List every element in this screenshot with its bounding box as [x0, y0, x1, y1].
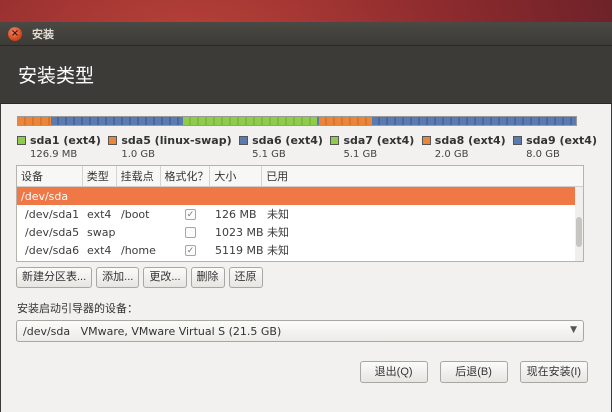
legend-size: 5.1 GB: [343, 149, 378, 160]
partbar-segment-sda1: [18, 117, 27, 125]
legend-label: sda8 (ext4): [434, 134, 506, 147]
legend-swatch: [239, 136, 249, 145]
cell-device: /dev/sda6: [25, 243, 80, 257]
scrollbar-thumb[interactable]: [576, 217, 582, 247]
cell-size: 5119 MB: [215, 243, 264, 257]
cell-mount: /home: [121, 243, 156, 257]
install-now-button[interactable]: 现在安装(I): [519, 361, 588, 383]
column-header-size[interactable]: 大小: [210, 166, 263, 186]
close-icon[interactable]: ×: [8, 26, 22, 41]
cell-type: ext4: [87, 243, 112, 257]
table-header: 设备 类型 挂载点 格式化？ 大小 已用: [17, 166, 583, 187]
legend-size: 8.0 GB: [526, 149, 560, 160]
partbar-segment-sda9: [372, 117, 576, 125]
legend-label: sda1 (ext4): [30, 134, 101, 147]
partition-legend: sda1 (ext4) 126.9 MB sda5 (linux-swap) 1…: [17, 134, 597, 160]
partition-actions: 新建分区表... 添加... 更改... 删除 还原: [16, 267, 263, 288]
table-row-disk[interactable]: /dev/sda: [17, 187, 583, 205]
column-header-mount[interactable]: 挂载点: [117, 166, 161, 186]
cell-mount: /boot: [121, 207, 150, 221]
format-checkbox[interactable]: ✓: [185, 244, 196, 256]
table-row[interactable]: /dev/sda5 swap 1023 MB 未知: [17, 223, 583, 241]
table-scrollbar[interactable]: [575, 187, 583, 261]
legend-swatch: [513, 136, 523, 145]
bootloader-device-value: /dev/sda VMware, VMware Virtual S (21.5 …: [23, 324, 282, 338]
partbar-segment-sda6: [51, 117, 183, 125]
page-title: 安装类型: [0, 46, 612, 104]
format-checkbox[interactable]: ✓: [185, 208, 196, 220]
column-header-device[interactable]: 设备: [17, 166, 83, 186]
bootloader-device-select[interactable]: /dev/sda VMware, VMware Virtual S (21.5 …: [16, 320, 584, 342]
cell-device: /dev/sda5: [25, 225, 80, 239]
disk-device: /dev/sda: [21, 189, 69, 203]
legend-item: sda6 (ext4) 5.1 GB: [239, 134, 323, 160]
legend-size: 126.9 MB: [30, 149, 78, 160]
cell-used: 未知: [267, 226, 289, 239]
legend-size: 2.0 GB: [434, 149, 469, 160]
cell-type: ext4: [87, 207, 112, 221]
partbar-segment-sda5: [26, 117, 52, 125]
footer-buttons: 退出(Q) 后退(B) 现在安装(I): [359, 361, 588, 383]
legend-swatch: [330, 136, 340, 145]
revert-button[interactable]: 还原: [228, 267, 263, 288]
cell-type: swap: [87, 225, 116, 239]
legend-label: sda5 (linux-swap): [121, 134, 232, 147]
legend-size: 1.0 GB: [121, 149, 156, 160]
table-row[interactable]: /dev/sda6 ext4 /home ✓ 5119 MB 未知: [17, 241, 583, 259]
back-button[interactable]: 后退(B): [439, 361, 508, 383]
chevron-down-icon[interactable]: ▼: [570, 325, 577, 335]
legend-item: sda5 (linux-swap) 1.0 GB: [108, 134, 232, 160]
cell-used: 未知: [267, 244, 289, 257]
legend-swatch: [421, 136, 431, 145]
bootloader-label: 安装启动引导器的设备：: [17, 302, 138, 315]
legend-item: sda8 (ext4) 2.0 GB: [421, 134, 506, 160]
table-row[interactable]: /dev/sda1 ext4 /boot ✓ 126 MB 未知: [17, 205, 583, 223]
cell-device: /dev/sda1: [25, 207, 80, 221]
partition-table[interactable]: 设备 类型 挂载点 格式化？ 大小 已用 /dev/sda /dev/sda1 …: [16, 165, 584, 262]
quit-button[interactable]: 退出(Q): [359, 361, 428, 383]
column-header-format[interactable]: 格式化？: [161, 166, 211, 186]
title-bar: × 安装: [0, 22, 612, 46]
column-header-type[interactable]: 类型: [83, 166, 117, 186]
change-partition-button[interactable]: 更改...: [143, 267, 187, 288]
window-title: 安装: [32, 27, 54, 41]
cell-size: 126 MB: [215, 207, 257, 221]
legend-label: sda7 (ext4): [343, 134, 415, 147]
cell-size: 1023 MB: [215, 225, 264, 239]
cell-used: 未知: [267, 208, 289, 221]
legend-item: sda7 (ext4) 5.1 GB: [330, 134, 414, 160]
add-partition-button[interactable]: 添加...: [96, 267, 140, 288]
column-header-used[interactable]: 已用: [262, 166, 583, 186]
format-checkbox[interactable]: [185, 226, 196, 238]
legend-size: 5.1 GB: [252, 149, 286, 160]
legend-swatch: [108, 136, 118, 145]
legend-label: sda9 (ext4): [526, 134, 597, 147]
legend-item: sda9 (ext4) 8.0 GB: [513, 134, 597, 160]
partbar-segment-sda7: [182, 117, 317, 125]
partbar-segment-sda8: [319, 117, 373, 125]
new-partition-table-button[interactable]: 新建分区表...: [16, 267, 93, 288]
legend-swatch: [17, 136, 26, 145]
legend-label: sda6 (ext4): [252, 134, 323, 147]
legend-item: sda1 (ext4) 126.9 MB: [17, 134, 101, 160]
delete-partition-button[interactable]: 删除: [190, 267, 225, 288]
partition-bar: [17, 116, 577, 126]
